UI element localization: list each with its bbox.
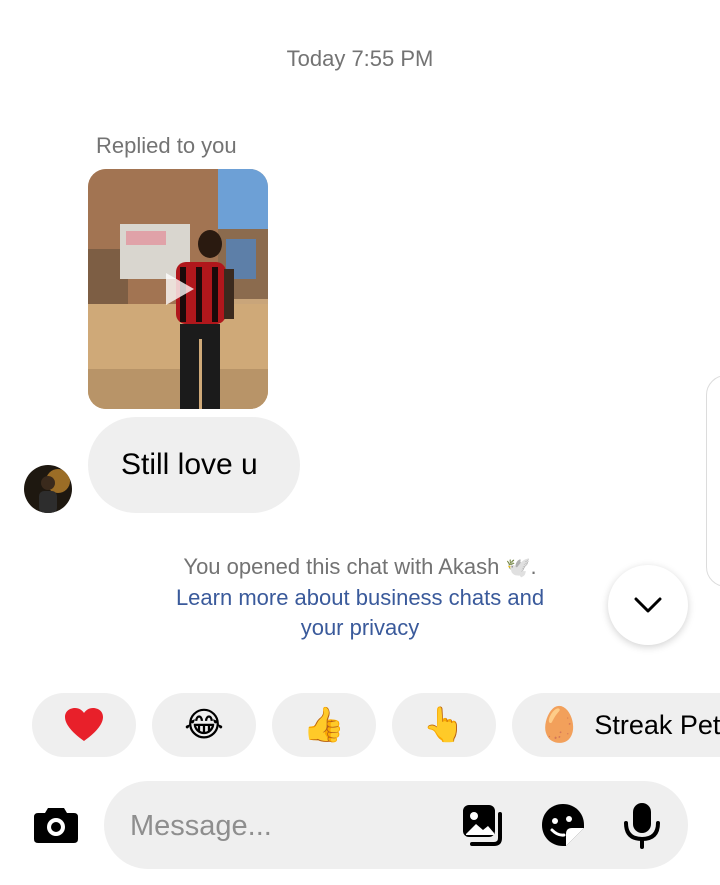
side-panel-edge xyxy=(706,375,720,587)
egg-emoji-icon: 🥚 xyxy=(538,706,581,744)
sticker-icon xyxy=(542,804,584,846)
quick-reactions-bar: 😂 👍 👆 🥚 Streak Pet xyxy=(0,693,720,757)
gallery-icon xyxy=(463,805,502,846)
notice-emoji: 🕊️ xyxy=(505,557,531,579)
timestamp: Today 7:55 PM xyxy=(286,46,434,71)
pointing-up-emoji-icon: 👆 xyxy=(422,706,466,744)
message-composer xyxy=(104,781,688,869)
notice-line: You opened this chat with Akash 🕊️. xyxy=(0,552,720,583)
notice-text: You opened this chat with Akash xyxy=(183,554,500,579)
reaction-heart[interactable] xyxy=(32,693,136,757)
microphone-icon xyxy=(624,803,660,849)
chevron-down-icon xyxy=(634,597,662,613)
reaction-point-up[interactable]: 👆 xyxy=(392,693,496,757)
microphone-button[interactable] xyxy=(622,801,662,849)
replied-label: Replied to you xyxy=(96,133,237,158)
camera-icon xyxy=(34,808,78,843)
message-bubble[interactable]: Still love u xyxy=(88,417,300,513)
scroll-to-bottom-button[interactable] xyxy=(608,565,688,645)
message-input[interactable] xyxy=(128,803,432,849)
gallery-button[interactable] xyxy=(460,802,506,848)
thumbs-up-emoji-icon: 👍 xyxy=(302,706,346,744)
reaction-thumbs-up[interactable]: 👍 xyxy=(272,693,376,757)
sender-avatar[interactable] xyxy=(24,465,72,513)
message-text: Still love u xyxy=(121,448,258,481)
laughing-emoji-icon: 😂 xyxy=(184,706,224,744)
notice-suffix: . xyxy=(530,554,537,579)
sticker-button[interactable] xyxy=(540,802,586,848)
reaction-laugh[interactable]: 😂 xyxy=(152,693,256,757)
streak-pet-label: Streak Pet xyxy=(594,709,720,740)
avatar-image xyxy=(24,465,72,513)
heart-icon xyxy=(65,708,103,741)
play-icon xyxy=(166,273,194,305)
reply-video-thumbnail[interactable] xyxy=(88,169,268,409)
streak-pet-chip[interactable]: 🥚 Streak Pet xyxy=(512,693,720,757)
camera-button[interactable] xyxy=(32,802,80,846)
